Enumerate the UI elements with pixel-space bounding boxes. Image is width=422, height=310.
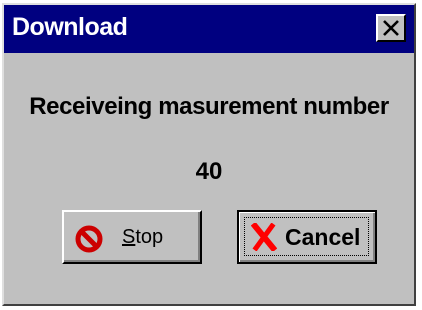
title-bar[interactable]: Download	[4, 5, 414, 53]
measurement-count: 40	[195, 158, 223, 185]
window-title: Download	[12, 13, 128, 41]
status-message: Receiveing masurement number	[29, 93, 389, 120]
stop-mnemonic: S	[122, 226, 136, 248]
stop-label-rest: top	[135, 226, 164, 248]
close-icon	[383, 20, 399, 36]
stop-button-label: Stop	[122, 226, 163, 249]
cancel-button-label: Cancel	[285, 224, 361, 250]
cancel-button[interactable]: Cancel	[237, 210, 377, 264]
download-dialog: Download Receiveing masurement number 40…	[2, 3, 416, 306]
stop-icon	[74, 224, 104, 259]
cancel-x-icon	[250, 221, 278, 256]
close-button[interactable]	[376, 14, 406, 42]
stop-button[interactable]: Stop	[62, 210, 202, 264]
